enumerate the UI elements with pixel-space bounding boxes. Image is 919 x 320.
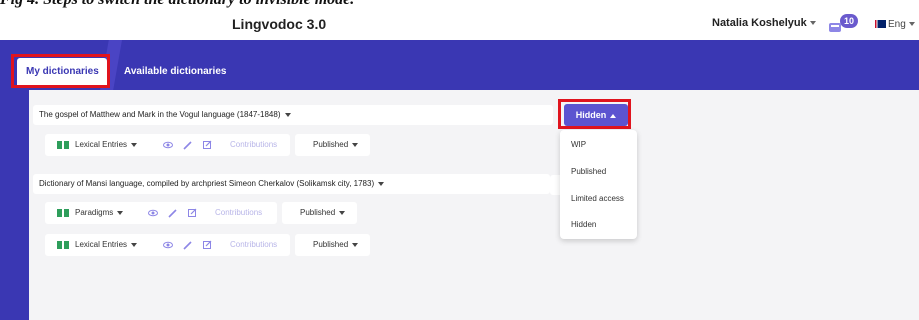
edit-box-icon[interactable] [188, 208, 197, 218]
chevron-down-icon [908, 22, 915, 27]
perspective-status-select[interactable]: Published [295, 234, 370, 256]
chevron-down-icon [339, 210, 346, 215]
perspective-row: Paradigms Contributions [45, 202, 277, 224]
tabs-bar [9, 40, 919, 90]
tab-available-dictionaries[interactable]: Available dictionaries [124, 66, 226, 77]
perspective-status-select[interactable]: Published [282, 202, 357, 224]
pencil-icon[interactable] [168, 208, 178, 218]
perspective-name-text: Lexical Entries [75, 240, 128, 249]
perspective-actions [163, 134, 212, 156]
book-icon [57, 241, 69, 249]
chevron-down-icon[interactable] [378, 181, 385, 186]
contributions-link[interactable]: Contributions [215, 202, 262, 224]
highlight-box-status [558, 99, 631, 129]
chevron-down-icon [352, 142, 359, 147]
perspective-name[interactable]: Lexical Entries [75, 134, 138, 156]
perspective-status-label: Published [300, 208, 336, 217]
edit-box-icon[interactable] [203, 240, 212, 250]
chevron-down-icon [117, 210, 124, 215]
pencil-icon[interactable] [183, 240, 193, 250]
dictionary-title[interactable]: The gospel of Matthew and Mark in the Vo… [33, 105, 553, 125]
contributions-link[interactable]: Contributions [230, 134, 277, 156]
app-header: Lingvodoc 3.0 Natalia Koshelyuk 10 Eng [0, 8, 919, 40]
pencil-icon[interactable] [183, 140, 193, 150]
perspective-name-text: Lexical Entries [75, 140, 128, 149]
status-option-wip[interactable]: WIP [571, 140, 586, 149]
status-dropdown-menu: WIP Published Limited access Hidden [560, 130, 637, 239]
language-label: Eng [888, 19, 906, 30]
chevron-down-icon [352, 242, 359, 247]
left-stripe [0, 40, 9, 320]
eye-icon[interactable] [148, 209, 158, 217]
eye-icon[interactable] [163, 241, 173, 249]
status-button-obscured[interactable] [550, 175, 560, 195]
status-option-limited-access[interactable]: Limited access [571, 194, 624, 203]
perspective-row: Lexical Entries Contributions [45, 234, 290, 256]
perspective-status-label: Published [313, 240, 349, 249]
edit-box-icon[interactable] [203, 140, 212, 150]
language-selector[interactable]: Eng [875, 19, 915, 30]
sidebar-strip [9, 90, 29, 320]
contributions-link[interactable]: Contributions [230, 234, 277, 256]
book-icon [57, 209, 69, 217]
chevron-down-icon [131, 242, 138, 247]
dictionary-title-text: The gospel of Matthew and Mark in the Vo… [39, 110, 281, 119]
user-menu[interactable]: Natalia Koshelyuk [712, 17, 816, 29]
chevron-down-icon [131, 142, 138, 147]
perspective-name[interactable]: Lexical Entries [75, 234, 138, 256]
perspective-status-select[interactable]: Published [295, 134, 370, 156]
notification-count-badge: 10 [840, 14, 858, 28]
perspective-name[interactable]: Paradigms [75, 202, 124, 224]
book-icon [57, 141, 69, 149]
notifications-button[interactable]: 10 [828, 14, 858, 38]
status-option-hidden[interactable]: Hidden [571, 220, 596, 229]
perspective-actions [163, 234, 212, 256]
perspective-row: Lexical Entries Contributions [45, 134, 290, 156]
highlight-box-tab [11, 54, 110, 88]
app-title[interactable]: Lingvodoc 3.0 [232, 16, 326, 32]
chevron-down-icon [809, 21, 816, 26]
user-name: Natalia Koshelyuk [712, 17, 807, 29]
flag-uk-icon [875, 20, 886, 29]
perspective-actions [148, 202, 197, 224]
status-option-published[interactable]: Published [571, 167, 606, 176]
perspective-status-label: Published [313, 140, 349, 149]
dictionary-title-text: Dictionary of Mansi language, compiled b… [39, 179, 375, 188]
perspective-name-text: Paradigms [75, 208, 114, 217]
eye-icon[interactable] [163, 141, 173, 149]
dictionary-title[interactable]: Dictionary of Mansi language, compiled b… [33, 174, 550, 194]
chevron-down-icon[interactable] [284, 112, 291, 117]
